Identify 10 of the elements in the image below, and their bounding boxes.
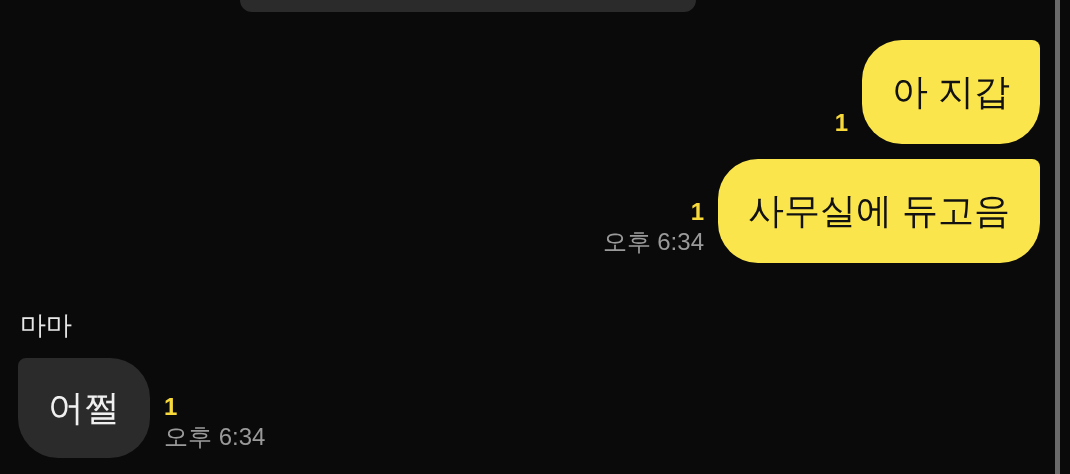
message-bubble: 사무실에 듀고음 xyxy=(718,159,1040,263)
unread-count: 1 xyxy=(834,108,848,138)
scrollbar[interactable] xyxy=(1055,0,1060,474)
message-time: 오후 6:34 xyxy=(602,227,704,257)
message-bubble: 아 지갑 xyxy=(862,40,1040,144)
message-time: 오후 6:34 xyxy=(164,422,266,452)
unread-count: 1 xyxy=(164,392,178,422)
unread-count: 1 xyxy=(690,197,704,227)
message-bubble: 어쩔 xyxy=(18,358,150,458)
sender-name: 마마 xyxy=(20,309,73,342)
